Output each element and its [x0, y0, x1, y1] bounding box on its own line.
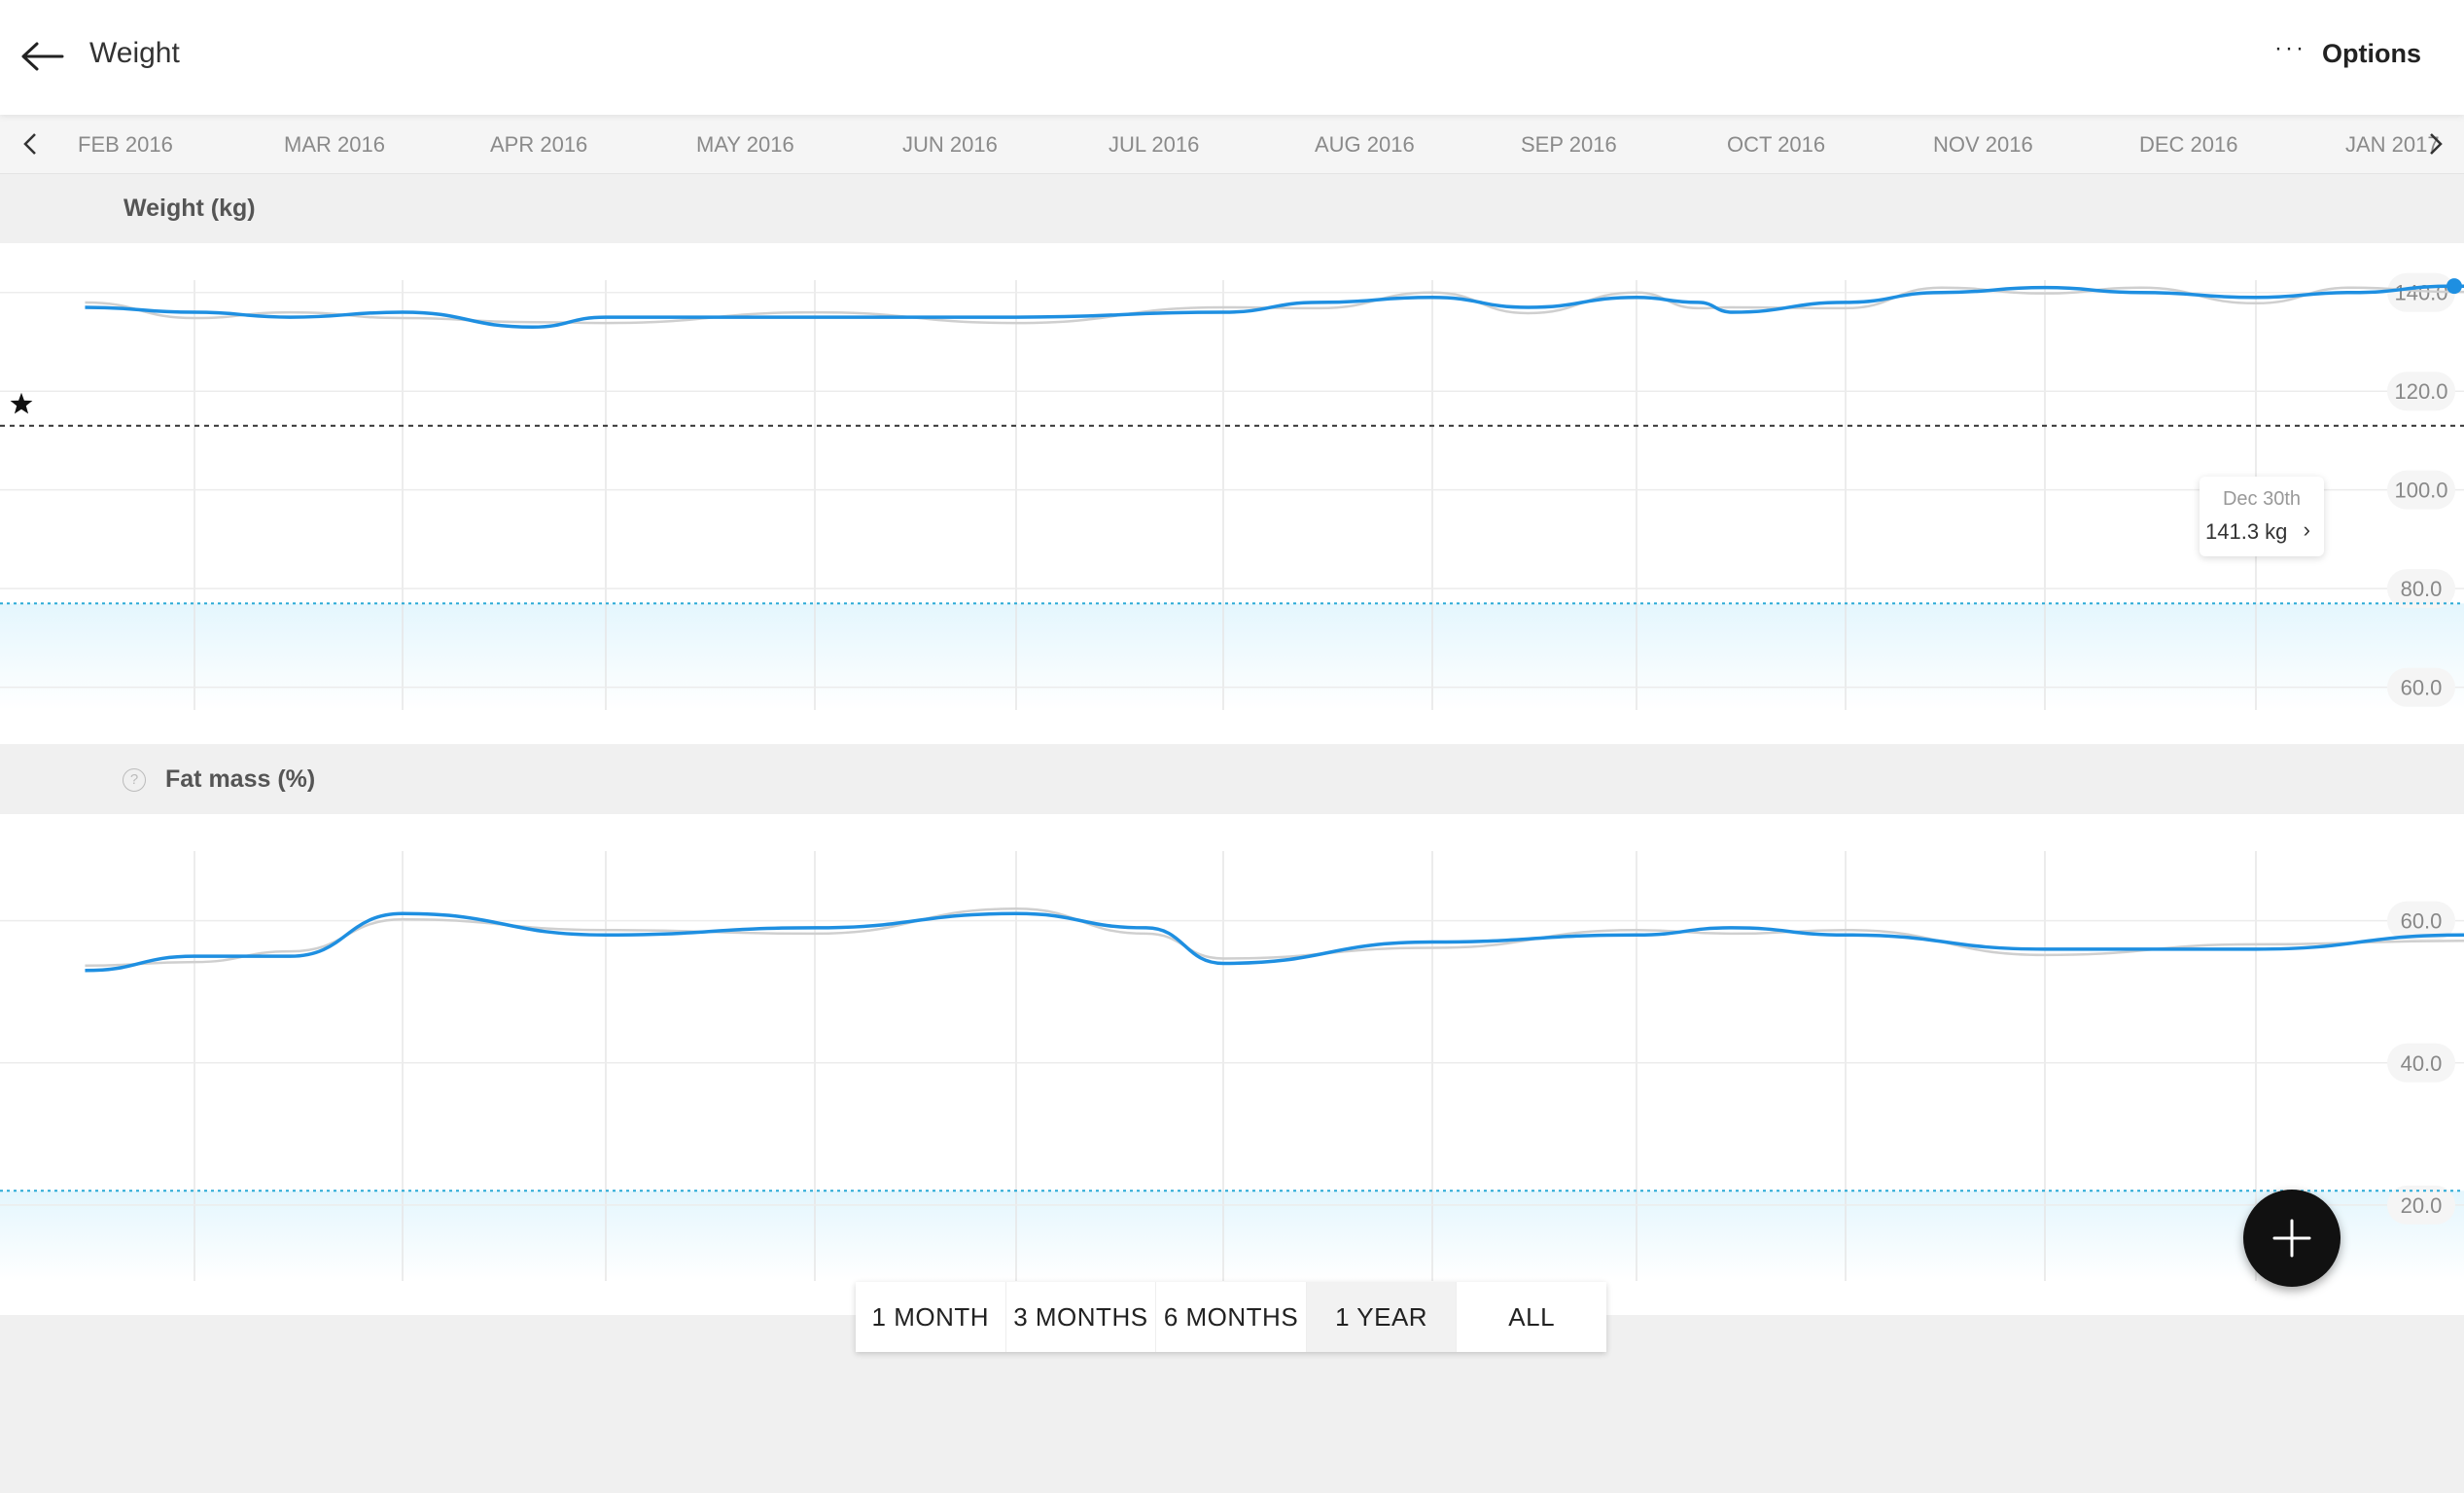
y-tick-label: 20.0 — [2401, 1193, 2443, 1218]
weight-chart-panel[interactable]: 140.0 120.0 100.0 80.0 60.0 Dec 30th 141.3 k… — [0, 243, 2464, 744]
help-icon[interactable]: ? — [123, 768, 146, 792]
target-star-icon — [10, 392, 33, 414]
add-measurement-button[interactable] — [2243, 1190, 2341, 1287]
y-tick-label: 100.0 — [2394, 479, 2447, 503]
y-tick-label: 120.0 — [2394, 379, 2447, 404]
tooltip-value: 141.3 kg — [2205, 519, 2288, 544]
weight-section-header: Weight (kg) — [0, 173, 2464, 243]
range-selector: 1 MONTH 3 MONTHS 6 MONTHS 1 YEAR ALL — [856, 1282, 1606, 1352]
month-label[interactable]: APR 2016 — [490, 132, 587, 158]
range-option[interactable]: ALL — [1457, 1282, 1606, 1352]
month-label[interactable]: MAR 2016 — [284, 132, 385, 158]
range-option[interactable]: 6 MONTHS — [1156, 1282, 1307, 1352]
selected-point — [2446, 278, 2462, 295]
month-label[interactable]: FEB 2016 — [78, 132, 173, 158]
range-option[interactable]: 3 MONTHS — [1006, 1282, 1157, 1352]
month-label[interactable]: NOV 2016 — [1933, 132, 2033, 158]
options-button[interactable]: ··· Options — [2274, 35, 2421, 69]
y-tick-label: 60.0 — [2401, 676, 2443, 700]
chevron-right-icon[interactable] — [2415, 124, 2454, 163]
month-timeline: FEB 2016 MAR 2016 APR 2016 MAY 2016 JUN 2016… — [0, 115, 2464, 174]
fat-chart-panel[interactable]: 60.0 40.0 20.0 — [0, 814, 2464, 1315]
range-option[interactable]: 1 MONTH — [856, 1282, 1006, 1352]
page-title: Weight — [89, 37, 180, 69]
weight-tooltip[interactable]: Dec 30th 141.3 kg › — [2200, 477, 2324, 556]
chevron-left-icon[interactable] — [12, 124, 51, 163]
month-label[interactable]: DEC 2016 — [2139, 132, 2238, 158]
y-tick-label: 140.0 — [2394, 281, 2447, 305]
weight-chart[interactable]: 140.0 120.0 100.0 80.0 60.0 — [0, 243, 2464, 744]
plus-icon — [2272, 1219, 2311, 1258]
raw-series-line — [85, 907, 2464, 968]
month-label[interactable]: SEP 2016 — [1521, 132, 1617, 158]
arrow-left-icon — [21, 42, 64, 71]
month-label[interactable]: AUG 2016 — [1315, 132, 1415, 158]
month-label[interactable]: JUN 2016 — [902, 132, 998, 158]
month-label[interactable]: OCT 2016 — [1727, 132, 1825, 158]
y-tick-label: 40.0 — [2401, 1051, 2443, 1076]
tooltip-date: Dec 30th — [2222, 488, 2302, 510]
back-button[interactable] — [19, 35, 66, 78]
normal-range-band — [0, 603, 2464, 710]
fat-section-title: Fat mass (%) — [165, 765, 316, 793]
range-option[interactable]: 1 YEAR — [1306, 1282, 1458, 1352]
y-tick-label: 80.0 — [2401, 577, 2443, 601]
month-label[interactable]: JUL 2016 — [1109, 132, 1199, 158]
month-label[interactable]: MAY 2016 — [696, 132, 794, 158]
options-label: Options — [2322, 39, 2421, 68]
weight-section-title: Weight (kg) — [123, 195, 256, 222]
trend-series-line — [85, 911, 2464, 973]
app-header: Weight ··· Options — [0, 0, 2464, 115]
more-dots-icon: ··· — [2274, 34, 2306, 61]
fat-chart[interactable]: 60.0 40.0 20.0 — [0, 814, 2464, 1315]
chevron-right-icon: › — [2303, 517, 2310, 542]
y-tick-label: 60.0 — [2401, 909, 2443, 934]
fat-section-header: ? Fat mass (%) — [0, 744, 2464, 814]
